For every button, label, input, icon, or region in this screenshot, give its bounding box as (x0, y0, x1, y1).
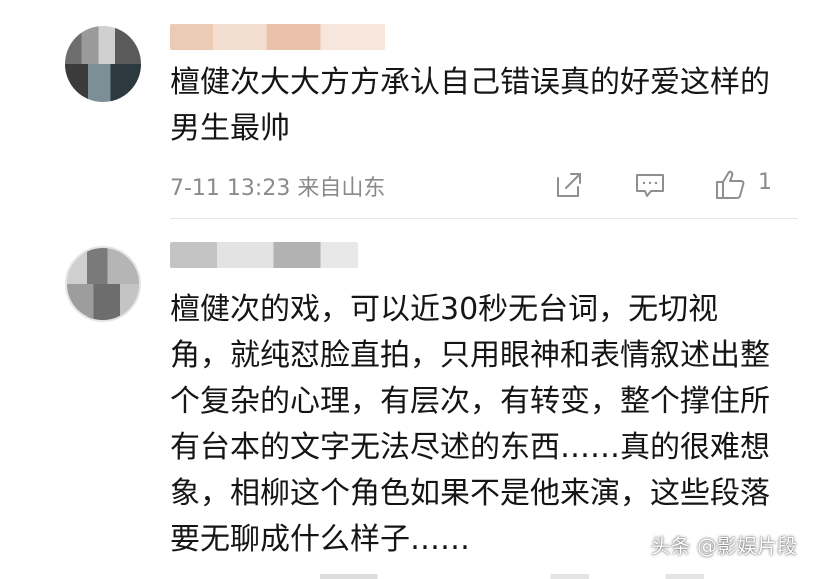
avatar-blur (67, 284, 139, 320)
avatar-blur (65, 64, 141, 102)
username-blurred[interactable] (170, 24, 385, 50)
comment-item: 檀健次大大方方承认自己错误真的好爱这样的男生最帅 7-11 13:23 来自山东 (0, 0, 813, 219)
comment-text: 檀健次的戏，可以近30秒无台词，无切视角，就纯怼脸直拍，只用眼神和表情叙述出整个… (170, 292, 770, 557)
like-icon[interactable] (713, 168, 747, 202)
share-icon[interactable] (552, 168, 586, 202)
comment-feed: 檀健次大大方方承认自己错误真的好爱这样的男生最帅 7-11 13:23 来自山东 (0, 0, 813, 579)
comment-icon[interactable] (633, 168, 667, 202)
avatar[interactable] (65, 246, 141, 322)
comment-text: 檀健次大大方方承认自己错误真的好爱这样的男生最帅 (170, 65, 770, 146)
comment-meta: 7-11 13:23 来自山东 (170, 170, 385, 202)
comment-location: 来自山东 (297, 176, 386, 201)
username-blurred[interactable] (170, 242, 358, 268)
like-count: 1 (758, 170, 772, 195)
next-row-peek (320, 574, 800, 579)
comment-date: 7-11 13:23 (170, 176, 291, 201)
watermark: 头条 @影娱片段 (650, 534, 797, 558)
comment-item: 檀健次的戏，可以近30秒无台词，无切视角，就纯怼脸直拍，只用眼神和表情叙述出整个… (0, 219, 813, 579)
avatar[interactable] (65, 26, 141, 102)
